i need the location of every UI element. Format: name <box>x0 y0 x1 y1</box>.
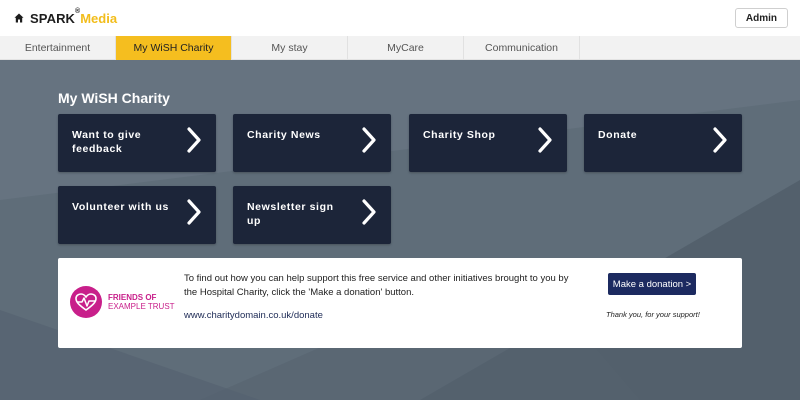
logo-line2: EXAMPLE TRUST <box>108 302 175 311</box>
tab-my-wish-charity[interactable]: My WiSH Charity <box>116 36 232 60</box>
chevron-right-icon <box>362 127 376 153</box>
tile-label: Donate <box>598 129 638 141</box>
tile-donate[interactable]: Donate <box>584 114 742 172</box>
charity-message: To find out how you can help support thi… <box>184 273 569 298</box>
logo-line1: FRIENDS OF <box>108 293 157 302</box>
tile-label: Charity News <box>247 129 321 141</box>
home-icon <box>14 13 24 23</box>
tab-communication[interactable]: Communication <box>464 36 580 60</box>
brand-reg: ® <box>75 7 81 15</box>
charity-panel: FRIENDS OF EXAMPLE TRUST To find out how… <box>58 258 742 348</box>
make-donation-button[interactable]: Make a donation > <box>608 273 696 295</box>
tab-my-stay[interactable]: My stay <box>232 36 348 60</box>
tile-charity-news[interactable]: Charity News <box>233 114 391 172</box>
tab-entertainment[interactable]: Entertainment <box>0 36 116 60</box>
section-title: My WiSH Charity <box>58 90 170 106</box>
tile-volunteer[interactable]: Volunteer with us <box>58 186 216 244</box>
brand-spark: SPARK <box>30 10 76 26</box>
chevron-right-icon <box>187 199 201 225</box>
tile-feedback[interactable]: Want to give feedback <box>58 114 216 172</box>
charity-logo: FRIENDS OF EXAMPLE TRUST <box>70 286 175 318</box>
donate-url-link[interactable]: www.charitydomain.co.uk/donate <box>184 310 323 321</box>
tile-label: Charity Shop <box>423 129 496 141</box>
tile-newsletter[interactable]: Newsletter sign up <box>233 186 391 244</box>
logo-text: FRIENDS OF EXAMPLE TRUST <box>108 293 175 311</box>
heartbeat-icon <box>75 293 97 311</box>
tile-label: Newsletter sign up <box>247 201 334 227</box>
chevron-right-icon <box>538 127 552 153</box>
main-content: My WiSH Charity Want to give feedback Ch… <box>0 60 800 400</box>
logo-circle <box>70 286 102 318</box>
chevron-right-icon <box>713 127 727 153</box>
brand-media: Media <box>80 10 118 26</box>
admin-button[interactable]: Admin <box>734 8 788 28</box>
tile-charity-shop[interactable]: Charity Shop <box>409 114 567 172</box>
brand-logo[interactable]: SPARK®Media <box>14 7 118 26</box>
tab-mycare[interactable]: MyCare <box>348 36 464 60</box>
chevron-right-icon <box>362 199 376 225</box>
top-header: SPARK®Media Admin <box>0 0 800 36</box>
chevron-right-icon <box>187 127 201 153</box>
tile-label: Volunteer with us <box>72 201 169 213</box>
tile-label: Want to give feedback <box>72 129 142 155</box>
main-tabs: Entertainment My WiSH Charity My stay My… <box>0 36 800 60</box>
thank-you-text: Thank you, for your support! <box>606 310 700 319</box>
